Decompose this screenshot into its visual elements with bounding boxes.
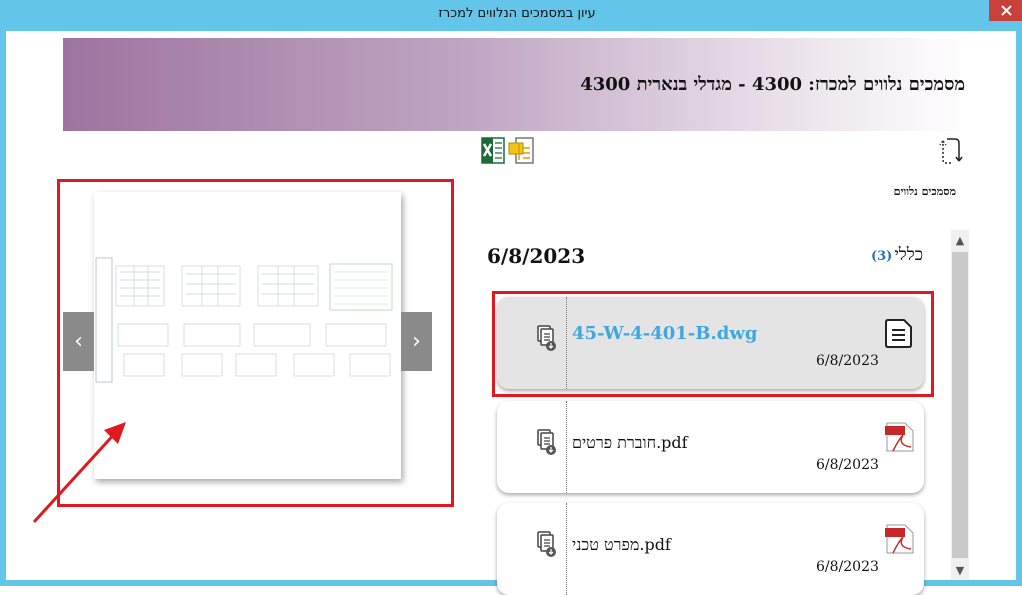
next-page-button[interactable]: › bbox=[401, 312, 432, 371]
document-preview[interactable] bbox=[94, 192, 401, 479]
pdf-icon bbox=[885, 524, 914, 554]
scroll-up-icon[interactable]: ▲ bbox=[951, 230, 969, 250]
card-divider bbox=[566, 401, 567, 493]
title-bar: עיון במסמכים הנלווים למכרז bbox=[6, 0, 1022, 31]
page-title: מסמכים נלווים למכרז: 4300 - מגדלי בנארית… bbox=[580, 74, 965, 95]
document-item[interactable]: מפרט טכני.pdf 6/8/2023 bbox=[497, 503, 924, 595]
document-name[interactable]: חוברת פרטים.pdf bbox=[572, 433, 924, 453]
header-banner: מסמכים נלווים למכרז: 4300 - מגדלי בנארית… bbox=[63, 38, 970, 131]
refresh-icon[interactable] bbox=[939, 135, 967, 167]
documents-icon[interactable] bbox=[507, 136, 535, 165]
download-document-icon[interactable] bbox=[535, 531, 559, 559]
document-date: 6/8/2023 bbox=[816, 457, 879, 473]
close-button[interactable] bbox=[989, 0, 1022, 21]
close-icon bbox=[1001, 5, 1012, 16]
scrollbar-thumb[interactable] bbox=[952, 252, 968, 558]
drawing-thumbnail-image bbox=[94, 252, 401, 387]
group-name: כללי bbox=[894, 245, 923, 265]
previous-page-button[interactable]: ‹ bbox=[63, 312, 94, 371]
document-item[interactable]: חוברת פרטים.pdf 6/8/2023 bbox=[497, 401, 924, 493]
list-scrollbar[interactable]: ▲ ▼ bbox=[951, 230, 969, 580]
download-document-icon[interactable] bbox=[535, 429, 559, 457]
document-name[interactable]: מפרט טכני.pdf bbox=[572, 535, 924, 555]
group-date: 6/8/2023 bbox=[487, 244, 586, 268]
card-divider bbox=[566, 503, 567, 595]
group-header[interactable]: כללי (3) bbox=[871, 245, 923, 265]
excel-icon[interactable] bbox=[481, 137, 505, 164]
selection-highlight-frame bbox=[492, 291, 934, 397]
group-count: (3) bbox=[870, 249, 893, 264]
app-window: עיון במסמכים הנלווים למכרז מסמכים נלווים… bbox=[0, 0, 1022, 595]
section-label: מסמכים נלווים bbox=[893, 185, 956, 198]
pdf-icon bbox=[885, 422, 914, 452]
scroll-down-icon[interactable]: ▼ bbox=[951, 560, 969, 580]
document-date: 6/8/2023 bbox=[816, 559, 879, 575]
window-title: עיון במסמכים הנלווים למכרז bbox=[438, 6, 596, 21]
annotation-arrow-icon bbox=[32, 422, 126, 524]
